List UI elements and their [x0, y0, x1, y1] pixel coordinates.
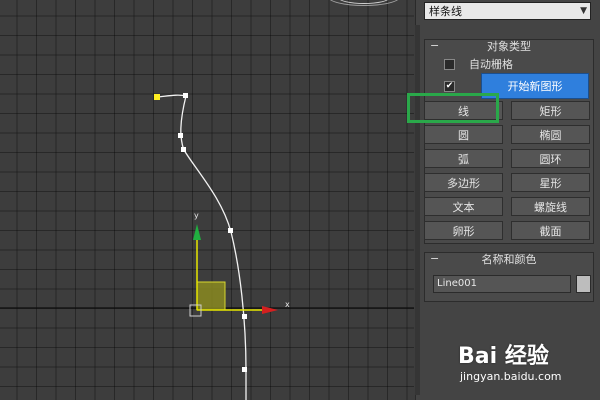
spline-vertex — [242, 367, 247, 372]
viewport-top[interactable]: y x — [0, 0, 414, 400]
text-button[interactable]: 文本 — [424, 197, 503, 216]
circle-button[interactable]: 圆 — [424, 125, 503, 144]
rollout-object-type-title: 对象类型 — [487, 40, 531, 53]
category-dropdown[interactable]: 样条线 ▼ — [424, 2, 591, 20]
collapse-icon[interactable]: − — [430, 39, 439, 53]
gizmo-y-label: y — [194, 211, 199, 220]
viewport-scene: y x — [0, 93, 414, 400]
helix-button[interactable]: 螺旋线 — [511, 197, 590, 216]
panel-scrollbar[interactable] — [415, 25, 420, 395]
start-new-row[interactable]: ✔ — [444, 81, 469, 92]
rollout-name-color-header[interactable]: − 名称和颜色 — [425, 252, 593, 267]
spline-vertex — [228, 228, 233, 233]
spline-vertex — [183, 93, 188, 98]
start-new-shape-checkbox[interactable]: ✔ — [444, 81, 455, 92]
chevron-down-icon[interactable]: ▼ — [580, 6, 587, 16]
spline-vertex — [181, 147, 186, 152]
rollout-name-color-title: 名称和颜色 — [481, 253, 537, 266]
spline-line — [156, 94, 247, 400]
annotation-highlight-box — [407, 93, 499, 123]
app-root: y x 样条线 ▼ − 对象类型 自动栅格 ✔ 开始新图形 线 矩形 圆 椭圆 … — [0, 0, 600, 400]
gizmo-x-label: x — [285, 300, 290, 309]
rectangle-button[interactable]: 矩形 — [511, 101, 590, 120]
spline-vertex — [178, 133, 183, 138]
gizmo-y-arrow — [193, 224, 201, 240]
category-dropdown-value: 样条线 — [429, 5, 462, 18]
baidu-watermark: Bai 经验 jingyan.baidu.com — [458, 338, 598, 398]
auto-grid-checkbox[interactable] — [444, 58, 455, 70]
section-button[interactable]: 截面 — [511, 221, 590, 240]
ngon-button[interactable]: 多边形 — [424, 173, 503, 192]
baidu-url: jingyan.baidu.com — [460, 370, 562, 383]
auto-grid-label: 自动栅格 — [469, 58, 513, 71]
rollout-object-type-header[interactable]: − 对象类型 — [425, 39, 593, 54]
ellipse-button[interactable]: 椭圆 — [511, 125, 590, 144]
arc-button[interactable]: 弧 — [424, 149, 503, 168]
star-button[interactable]: 星形 — [511, 173, 590, 192]
spline-vertex — [242, 314, 247, 319]
object-name-input[interactable]: Line001 — [433, 275, 571, 293]
gizmo-x-arrow — [262, 306, 278, 314]
spline-first-vertex — [154, 94, 160, 100]
baidu-logo: Bai 经验 — [458, 344, 549, 369]
rollout-name-color: − 名称和颜色 Line001 — [424, 252, 594, 302]
egg-button[interactable]: 卵形 — [424, 221, 503, 240]
auto-grid-row[interactable]: 自动栅格 — [444, 56, 513, 72]
collapse-icon[interactable]: − — [430, 252, 439, 266]
donut-button[interactable]: 圆环 — [511, 149, 590, 168]
object-color-swatch[interactable] — [576, 275, 591, 293]
